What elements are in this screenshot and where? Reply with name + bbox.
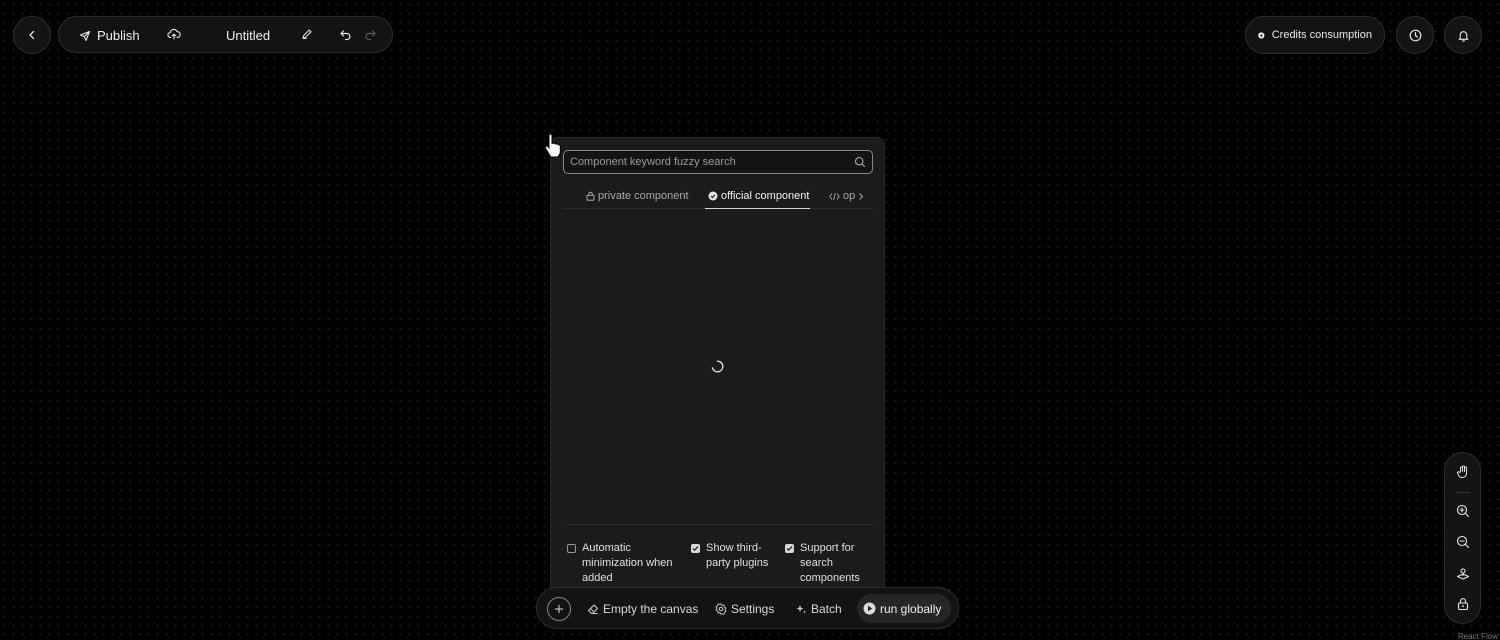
chevron-right-icon: [859, 192, 864, 200]
credits-consumption-button[interactable]: Credits consumption: [1245, 16, 1385, 54]
zoom-out-icon: [1456, 535, 1470, 549]
react-flow-attribution[interactable]: React Flow: [1458, 632, 1498, 640]
chevron-left-icon: [29, 30, 35, 40]
search-input[interactable]: [564, 151, 872, 173]
send-icon: [79, 30, 91, 41]
batch-label: Batch: [811, 602, 842, 616]
checkbox-checked[interactable]: [691, 544, 700, 553]
tab-label: official component: [721, 190, 810, 202]
divider: [1457, 492, 1470, 493]
redo-icon: [365, 30, 376, 41]
pencil-icon: [302, 29, 312, 40]
canvas-controls: [1444, 452, 1481, 624]
option-auto-minimize[interactable]: Automatic minimization when added: [567, 541, 679, 586]
run-globally-label: run globally: [880, 601, 942, 616]
pan-mode-button[interactable]: [1456, 465, 1470, 479]
tab-private-component[interactable]: private component: [586, 183, 689, 209]
publish-label: Publish: [97, 28, 140, 43]
publish-button[interactable]: Publish: [79, 28, 140, 43]
cloud-upload-icon: [167, 28, 181, 40]
tab-official-component[interactable]: official component: [708, 183, 809, 209]
zoom-out-button[interactable]: [1456, 535, 1470, 549]
undo-button[interactable]: [339, 28, 352, 41]
option-show-third-party[interactable]: Show third-party plugins: [691, 541, 769, 571]
code-icon: [829, 192, 840, 200]
search-icon[interactable]: [854, 156, 866, 168]
tab-label: private component: [598, 190, 689, 202]
lock-canvas-button[interactable]: [1456, 597, 1470, 611]
tab-label: op: [843, 190, 856, 202]
play-circle-icon: [863, 602, 876, 615]
run-globally-button[interactable]: run globally: [857, 594, 952, 623]
clock-icon: [1409, 29, 1421, 41]
panel-options: Automatic minimization when added Show t…: [565, 524, 875, 584]
settings-label: Settings: [731, 602, 775, 616]
empty-canvas-label: Empty the canvas: [603, 602, 699, 616]
fit-view-button[interactable]: [1456, 566, 1470, 580]
lock-icon: [1457, 598, 1469, 611]
settings-button[interactable]: Settings: [715, 602, 774, 616]
hand-icon: [1456, 465, 1467, 478]
hand-pointer-icon: [544, 133, 561, 158]
hand-cursor: [544, 133, 562, 159]
bell-icon: [1458, 30, 1468, 42]
plus-icon: [555, 605, 563, 613]
zoom-in-icon: [1456, 504, 1470, 518]
credits-label: Credits consumption: [1271, 29, 1372, 41]
component-tabs: private component official component op: [563, 183, 873, 209]
option-label: Support for search components: [800, 542, 860, 584]
empty-canvas-button[interactable]: Empty the canvas: [587, 602, 698, 616]
eraser-icon: [588, 604, 598, 614]
history-button[interactable]: [1396, 16, 1434, 54]
official-badge-icon: [708, 191, 718, 201]
credits-icon: [1258, 31, 1265, 39]
option-search-components[interactable]: Support for search components: [785, 541, 873, 586]
cloud-upload-button[interactable]: [167, 27, 181, 41]
fit-view-icon: [1456, 568, 1470, 580]
option-label: Show third-party plugins: [706, 542, 769, 569]
rename-button[interactable]: [301, 28, 313, 40]
sparkle-icon: [796, 605, 806, 614]
spinner-icon: [711, 360, 724, 373]
component-panel: private component official component op …: [550, 137, 885, 599]
document-title[interactable]: Untitled: [226, 28, 270, 43]
add-node-button[interactable]: [547, 597, 571, 621]
option-label: Automatic minimization when added: [582, 542, 673, 584]
gear-icon: [715, 603, 727, 615]
search-box: [563, 150, 873, 174]
active-tab-indicator: [705, 208, 810, 209]
checkbox-unchecked[interactable]: [567, 544, 576, 553]
notifications-button[interactable]: [1444, 16, 1482, 54]
back-button[interactable]: [13, 16, 51, 54]
batch-button[interactable]: Batch: [795, 602, 842, 616]
undo-icon: [340, 30, 351, 41]
loading-spinner: [711, 360, 724, 373]
checkbox-checked[interactable]: [785, 544, 794, 553]
top-toolbar: Publish Untitled: [58, 16, 393, 53]
redo-button[interactable]: [364, 28, 377, 41]
tabs-scroll-right-button[interactable]: [857, 183, 865, 209]
tab-open-source[interactable]: op: [829, 183, 855, 209]
bottom-action-bar: Empty the canvas Settings Batch run glob…: [536, 587, 959, 629]
zoom-in-button[interactable]: [1456, 504, 1470, 518]
lock-icon: [586, 191, 595, 201]
